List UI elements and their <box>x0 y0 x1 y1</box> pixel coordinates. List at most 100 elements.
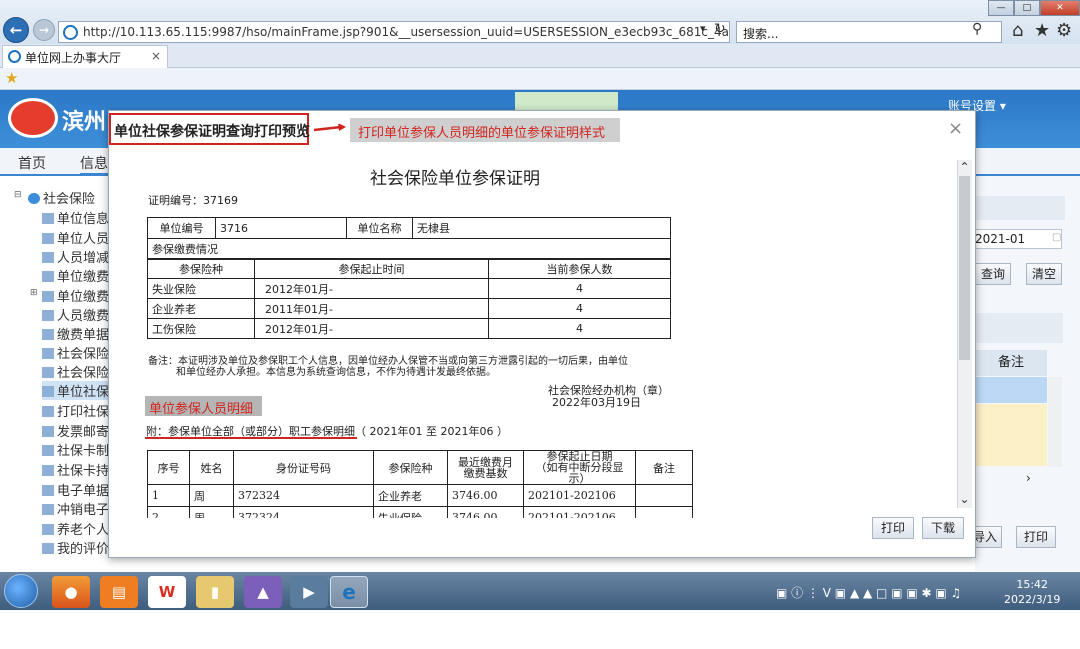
table-cell: 372324 <box>233 506 374 518</box>
sidebar-item[interactable]: 社保卡持 <box>42 460 109 479</box>
table-cell: 1 <box>147 484 190 507</box>
printer-icon <box>42 367 54 378</box>
scroll-up-icon[interactable]: ⌃ <box>957 160 972 174</box>
sidebar-item-label: 社保卡制 <box>57 444 110 459</box>
sidebar-item[interactable]: 社会保险 <box>42 362 109 381</box>
nav-home[interactable]: 首页 <box>18 153 46 173</box>
forward-icon[interactable]: → <box>33 19 55 41</box>
download-button[interactable]: 下载 <box>922 517 964 539</box>
calendar-icon[interactable]: ▢ <box>1052 232 1061 243</box>
favorites-bar <box>0 68 1080 90</box>
sidebar-item[interactable]: 单位缴费 <box>42 286 109 305</box>
sidebar-item[interactable]: 单位人员 <box>42 228 109 247</box>
sidebar-item-label: 单位人员 <box>57 232 110 247</box>
address-bar[interactable]: http://10.113.65.115:9987/hso/mainFrame.… <box>58 21 730 43</box>
section-label: 单位参保人员明细 <box>145 396 262 417</box>
chevron-right-icon[interactable]: › <box>1026 471 1031 485</box>
annotation-label: 打印单位参保人员明细的单位参保证明样式 <box>350 118 620 142</box>
table-cell: 周 <box>189 506 234 518</box>
tab-close-icon[interactable]: × <box>151 49 161 63</box>
app-icon[interactable]: ▤ <box>100 576 138 608</box>
tree-collapse-icon[interactable]: ⊟ <box>14 190 22 200</box>
print-button[interactable]: 打印 <box>872 517 914 539</box>
home-icon[interactable]: ⌂ <box>1012 20 1023 41</box>
dialog-close-icon[interactable]: × <box>948 118 963 139</box>
search-input[interactable]: 搜索... <box>736 21 1002 43</box>
sidebar-item[interactable]: 冲销电子 <box>42 499 109 518</box>
search-icon[interactable]: ⚲ <box>972 21 982 37</box>
sidebar-item[interactable]: 人员增减 <box>42 247 109 266</box>
back-icon[interactable]: ← <box>3 17 29 43</box>
date-input[interactable]: 2021-01 <box>970 229 1062 249</box>
query-button[interactable]: 查询 <box>975 263 1011 285</box>
table-cell: 2 <box>147 506 190 518</box>
sidebar-item[interactable]: 电子单据 <box>42 480 109 499</box>
sidebar-item-label: 单位信息 <box>57 212 110 227</box>
table-row: 2 周 372324 失业保险 3746.00 202101-202106 <box>147 506 693 518</box>
sidebar-item[interactable]: 社保卡制 <box>42 440 109 459</box>
sidebar-item-root[interactable]: 社会保险 <box>28 188 95 207</box>
ie-taskbar-icon[interactable]: e <box>330 576 368 608</box>
sidebar-item-label: 缴费单据 <box>57 328 110 343</box>
browser-tab[interactable]: 单位网上办事大厅 × <box>2 45 168 68</box>
table-cell <box>635 506 693 518</box>
tray-icons[interactable]: ▣ ⓘ ⋮ V ▣ ▲ ▲ □ ▣ ▣ ✱ ▣ ♫ <box>776 584 961 601</box>
tree-expand-icon[interactable]: ⊞ <box>30 288 38 298</box>
add-favorite-icon[interactable]: ★ <box>5 69 18 87</box>
table-row[interactable] <box>975 377 1047 403</box>
sidebar-item[interactable]: 社会保险 <box>42 343 109 362</box>
gear-icon[interactable]: ⚙ <box>1056 20 1072 41</box>
refresh-icon[interactable]: ↻ <box>714 21 726 37</box>
close-window-icon[interactable]: ✕ <box>1039 0 1080 16</box>
sidebar-item-label: 社保卡持 <box>57 464 110 479</box>
sidebar-item[interactable]: 打印社保 <box>42 401 109 420</box>
grid-print-button[interactable]: 打印 <box>1016 526 1056 548</box>
clock-time: 15:42 <box>1016 578 1049 591</box>
insurance-types-table: 参保险种 参保起止时间 当前参保人数 失业保险 2012年01月- 4 企业养老… <box>147 258 671 339</box>
document-icon <box>42 426 54 437</box>
column-header: 备注 <box>635 450 693 485</box>
minimize-icon[interactable]: — <box>988 0 1014 16</box>
grid-scrollbar[interactable] <box>1048 377 1062 467</box>
sidebar-item[interactable]: 单位缴费 <box>42 266 109 285</box>
start-button[interactable] <box>4 574 38 608</box>
remark-line-2: 和单位经办人承担。本信息为系统查询信息，不作为待遇计发最终依据。 <box>176 367 496 378</box>
printer-icon <box>42 386 54 397</box>
table-cell: 3746.00 <box>447 506 524 518</box>
dropdown-icon[interactable]: ▾ <box>700 22 706 35</box>
document-date: 2022年03月19日 <box>552 396 641 409</box>
table-cell: 2012年01月- <box>254 278 489 299</box>
table-cell: 372324 <box>233 484 374 507</box>
user-icon <box>42 310 54 321</box>
sidebar-item-selected[interactable]: 单位社保 <box>42 381 110 400</box>
clear-button[interactable]: 清空 <box>1026 263 1062 285</box>
column-header: 参保起止日期 （如有中断分段显示） <box>523 450 636 485</box>
favorites-star-icon[interactable]: ★ <box>1034 20 1050 41</box>
column-header: 当前参保人数 <box>488 258 671 279</box>
sidebar-item[interactable]: 缴费单据 <box>42 324 109 343</box>
sidebar-item[interactable]: 我的评价 <box>42 538 109 557</box>
wps-icon[interactable]: W <box>148 576 186 608</box>
sidebar-item-label: 单位社保 <box>57 385 110 400</box>
table-cell: 2011年01月- <box>254 298 489 319</box>
maximize-icon[interactable]: □ <box>1013 0 1040 16</box>
table-cell: 3746.00 <box>447 484 524 507</box>
sidebar-item-label: 人员缴费 <box>57 309 110 324</box>
table-row[interactable] <box>975 404 1047 466</box>
image-app-icon[interactable]: ▲ <box>244 576 282 608</box>
insurance-summary-table: 单位编号 3716 单位名称 无棣县 参保缴费情况 <box>147 217 671 260</box>
sidebar-item[interactable]: 发票邮寄 <box>42 421 109 440</box>
user-icon <box>42 543 54 554</box>
ie-icon <box>63 25 78 40</box>
nav-info[interactable]: 信息 <box>80 153 108 175</box>
ie-icon <box>8 50 21 63</box>
taskbar-clock[interactable]: 15:42 2022/3/19 <box>1004 577 1060 607</box>
media-icon[interactable]: ▶ <box>290 576 328 608</box>
firefox-icon[interactable]: ● <box>52 576 90 608</box>
sidebar-item[interactable]: 单位信息 <box>42 208 109 227</box>
sidebar-item[interactable]: 养老个人 <box>42 519 109 538</box>
scroll-thumb[interactable] <box>959 176 970 360</box>
folder-icon[interactable]: ▮ <box>196 576 234 608</box>
scroll-down-icon[interactable]: ⌄ <box>957 492 972 506</box>
sidebar-item[interactable]: 人员缴费 <box>42 305 109 324</box>
